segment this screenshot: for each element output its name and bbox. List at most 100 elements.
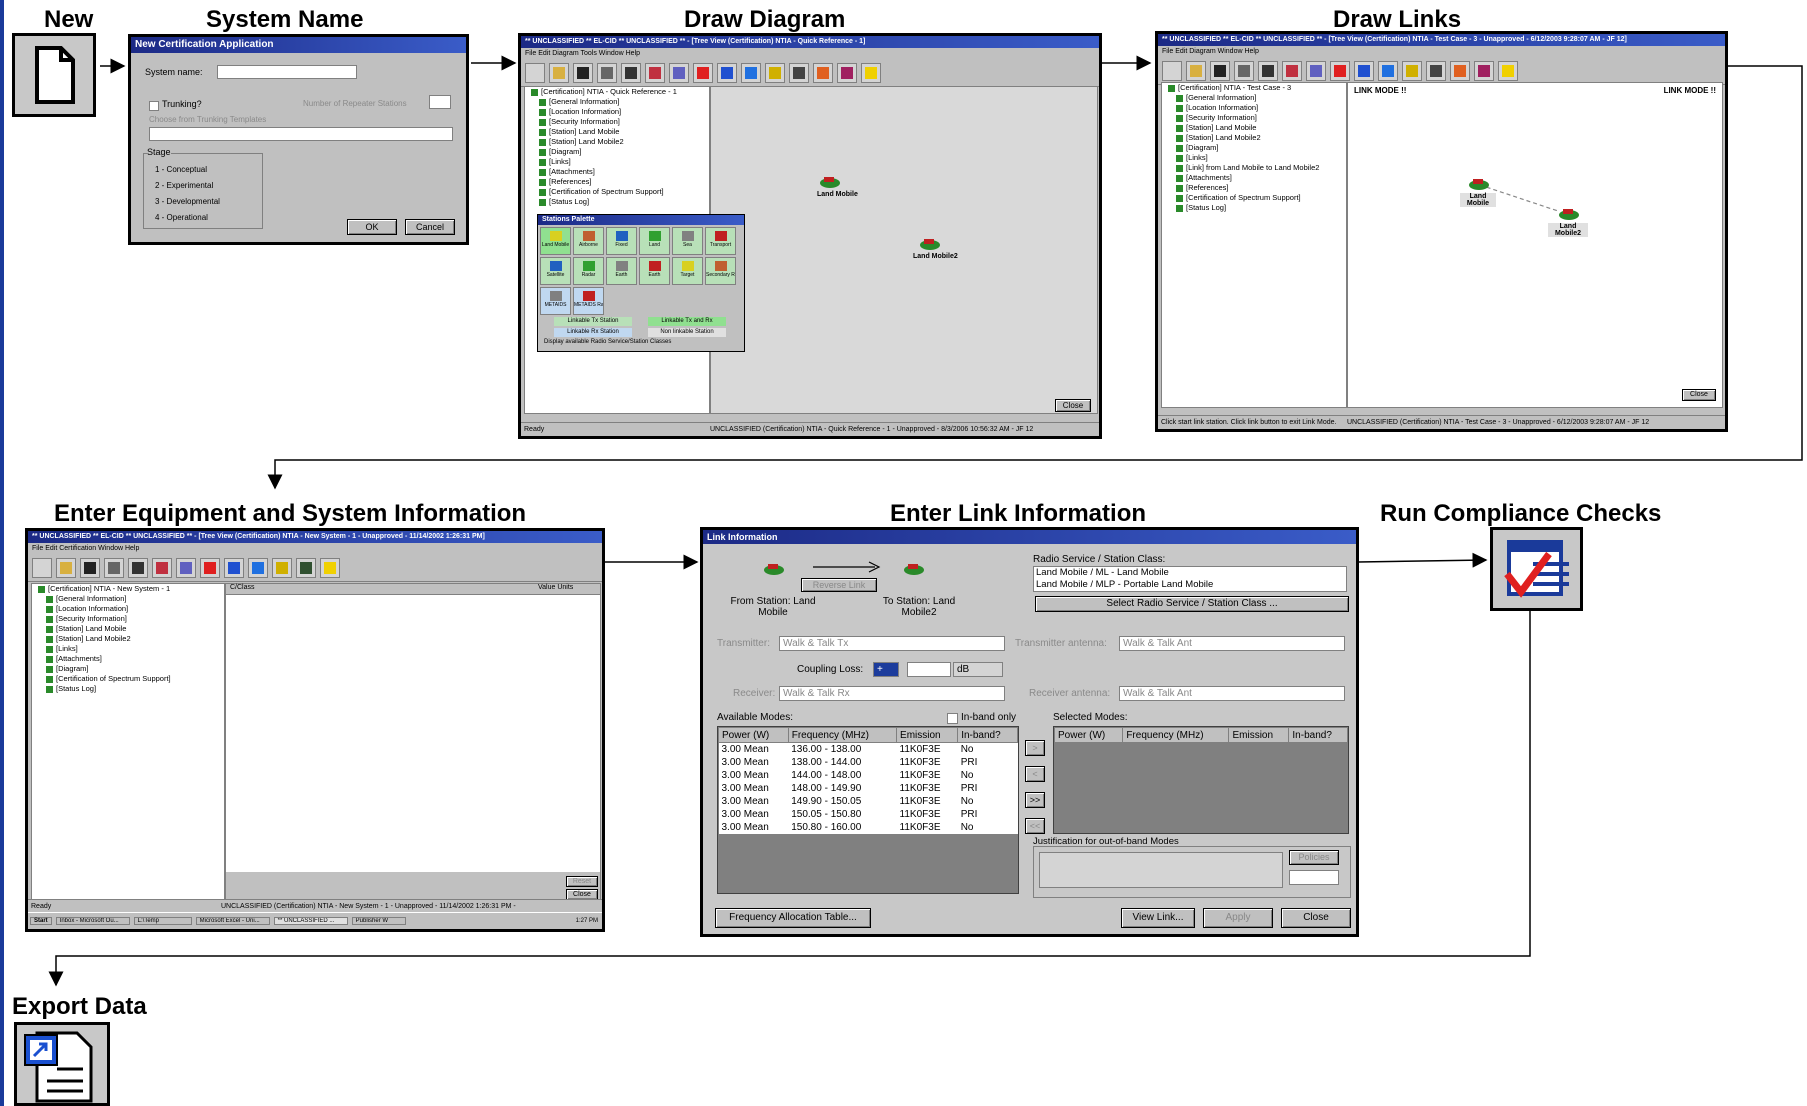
table-row[interactable]: 3.00 Mean 148.00 - 149.90 11K0F3E PRI bbox=[718, 782, 1018, 795]
tree-item[interactable]: [Links] bbox=[525, 157, 709, 167]
eq-toolbar-print-icon[interactable] bbox=[104, 558, 124, 578]
toolbar-antenna-icon[interactable] bbox=[765, 63, 785, 83]
palette-station-button[interactable]: Radar bbox=[573, 257, 604, 285]
palette-station-button[interactable]: Earth bbox=[606, 257, 637, 285]
eq-toolbar-save-icon[interactable] bbox=[80, 558, 100, 578]
cancel-button[interactable]: Cancel bbox=[405, 219, 455, 235]
links-toolbar-validate-icon[interactable] bbox=[1282, 61, 1302, 81]
new-document-icon[interactable] bbox=[12, 33, 96, 117]
toolbar-help-icon[interactable] bbox=[861, 63, 881, 83]
taskbar-start-button[interactable]: Start bbox=[30, 917, 52, 925]
links-canvas[interactable]: LINK MODE !! LINK MODE !! Land Mobile La… bbox=[1347, 82, 1723, 408]
tree-item[interactable]: [Location Information] bbox=[32, 604, 224, 614]
modes-column-header[interactable]: In-band? bbox=[1288, 727, 1348, 743]
toolbar-open-icon[interactable] bbox=[549, 63, 569, 83]
tree-item[interactable]: [Attachments] bbox=[1162, 173, 1346, 183]
land-mobile2-node-icon[interactable] bbox=[919, 237, 941, 251]
taskbar-item-publisher[interactable]: Publisher W bbox=[351, 917, 406, 925]
tree-item[interactable]: [Certification of Spectrum Support] bbox=[1162, 193, 1346, 203]
tx-antenna-select[interactable]: Walk & Talk Ant bbox=[1119, 636, 1345, 651]
available-modes-table[interactable]: Power (W) Frequency (MHz) Emission In-band?… bbox=[718, 727, 1018, 834]
move-left-button[interactable]: < bbox=[1025, 766, 1045, 782]
eq-toolbar-antenna-icon[interactable] bbox=[272, 558, 292, 578]
taskbar-item-excel[interactable]: Microsoft Excel - Uni... bbox=[195, 917, 270, 925]
stage-option-3[interactable]: 3 - Developmental bbox=[155, 197, 220, 206]
links-toolbar-blue2-icon[interactable] bbox=[1378, 61, 1398, 81]
palette-station-button[interactable]: Sea bbox=[672, 227, 703, 255]
modes-column-header[interactable]: Frequency (MHz) bbox=[787, 727, 898, 743]
repeater-input[interactable] bbox=[429, 95, 451, 109]
tree-item[interactable]: [Certification] NTIA - Quick Reference -… bbox=[525, 87, 709, 97]
stage-option-4[interactable]: 4 - Operational bbox=[155, 213, 208, 222]
tree-item[interactable]: [References] bbox=[525, 177, 709, 187]
palette-station-button[interactable]: Earth bbox=[639, 257, 670, 285]
toolbar-blue2-icon[interactable] bbox=[741, 63, 761, 83]
tree-item[interactable]: [Certification] NTIA - Test Case - 3 bbox=[1162, 83, 1346, 93]
tree-item[interactable]: [Location Information] bbox=[1162, 103, 1346, 113]
land-mobile-node-icon[interactable] bbox=[819, 175, 841, 189]
policies-button[interactable]: Policies bbox=[1289, 850, 1339, 865]
justification-input[interactable] bbox=[1039, 852, 1283, 888]
palette-station-button[interactable]: METAIDS bbox=[540, 287, 571, 315]
toolbar-new-icon[interactable] bbox=[525, 63, 545, 83]
links-toolbar-pie-icon[interactable] bbox=[1474, 61, 1494, 81]
palette-station-button[interactable]: Land bbox=[639, 227, 670, 255]
modes-column-header[interactable]: In-band? bbox=[957, 727, 1018, 743]
diagram-canvas[interactable]: Land Mobile Land Mobile2 Close bbox=[710, 86, 1098, 414]
policies-select[interactable] bbox=[1289, 870, 1339, 885]
links-toolbar-find-icon[interactable] bbox=[1258, 61, 1278, 81]
links-tree[interactable]: [Certification] NTIA - Test Case - 3 [Gen… bbox=[1161, 82, 1347, 408]
tree-item[interactable]: [Link] from Land Mobile to Land Mobile2 bbox=[1162, 163, 1346, 173]
move-all-left-button[interactable]: << bbox=[1025, 818, 1045, 834]
tree-item[interactable]: [Security Information] bbox=[32, 614, 224, 624]
taskbar-item-elcid[interactable]: ** UNCLASSIFIED ... bbox=[273, 917, 348, 925]
select-radio-service-button[interactable]: Select Radio Service / Station Class ... bbox=[1035, 596, 1349, 612]
tree-item[interactable]: [Diagram] bbox=[1162, 143, 1346, 153]
table-row[interactable]: 3.00 Mean 138.00 - 144.00 11K0F3E PRI bbox=[718, 756, 1018, 769]
eq-toolbar-copy-icon[interactable] bbox=[176, 558, 196, 578]
frequency-allocation-button[interactable]: Frequency Allocation Table... bbox=[715, 908, 871, 928]
tree-item[interactable]: [Links] bbox=[1162, 153, 1346, 163]
links-close-button[interactable]: Close bbox=[1682, 389, 1716, 401]
trunking-checkbox[interactable] bbox=[149, 101, 159, 111]
tree-item[interactable]: [Status Log] bbox=[1162, 203, 1346, 213]
links-toolbar-tower-icon[interactable] bbox=[1426, 61, 1446, 81]
tree-item[interactable]: [Station] Land Mobile bbox=[525, 127, 709, 137]
toolbar-pie-icon[interactable] bbox=[837, 63, 857, 83]
table-row[interactable]: 3.00 Mean 150.80 - 160.00 11K0F3E No bbox=[718, 821, 1018, 834]
stage-option-1[interactable]: 1 - Conceptual bbox=[155, 165, 207, 174]
links-toolbar-open-icon[interactable] bbox=[1186, 61, 1206, 81]
tree-item[interactable]: [General Information] bbox=[1162, 93, 1346, 103]
toolbar-delete-icon[interactable] bbox=[693, 63, 713, 83]
tree-item[interactable]: [Location Information] bbox=[525, 107, 709, 117]
tree-item[interactable]: [Station] Land Mobile2 bbox=[1162, 133, 1346, 143]
table-row[interactable]: 3.00 Mean 136.00 - 138.00 11K0F3E No bbox=[718, 742, 1018, 756]
tree-item[interactable]: [Status Log] bbox=[32, 684, 224, 694]
template-select[interactable] bbox=[149, 127, 453, 141]
toolbar-save-icon[interactable] bbox=[573, 63, 593, 83]
palette-checkbox-label[interactable]: Display available Radio Service/Station … bbox=[544, 339, 671, 345]
modes-column-header[interactable]: Power (W) bbox=[1054, 727, 1124, 743]
links-toolbar-antenna-icon[interactable] bbox=[1402, 61, 1422, 81]
modes-column-header[interactable]: Frequency (MHz) bbox=[1122, 727, 1230, 743]
receiver-select[interactable]: Walk & Talk Rx bbox=[779, 686, 1005, 701]
tree-item[interactable]: [Status Log] bbox=[525, 197, 709, 207]
transmitter-select[interactable]: Walk & Talk Tx bbox=[779, 636, 1005, 651]
inband-only-checkbox[interactable] bbox=[947, 713, 958, 724]
eq-toolbar-open-icon[interactable] bbox=[56, 558, 76, 578]
tree-item[interactable]: [Diagram] bbox=[525, 147, 709, 157]
eq-toolbar-validate-icon[interactable] bbox=[152, 558, 172, 578]
eq-toolbar-blue2-icon[interactable] bbox=[248, 558, 268, 578]
links-toolbar-save-icon[interactable] bbox=[1210, 61, 1230, 81]
palette-station-button[interactable]: Fixed bbox=[606, 227, 637, 255]
palette-station-button[interactable]: METAIDS Radar bbox=[573, 287, 604, 315]
palette-station-button[interactable]: Target bbox=[672, 257, 703, 285]
toolbar-blue1-icon[interactable] bbox=[717, 63, 737, 83]
tree-item[interactable]: [Certification of Spectrum Support] bbox=[525, 187, 709, 197]
links-land-mobile-icon[interactable] bbox=[1468, 177, 1490, 191]
tree-item[interactable]: [Certification] NTIA - New System - 1 bbox=[32, 584, 224, 594]
toolbar-link-icon[interactable] bbox=[813, 63, 833, 83]
tree-item[interactable]: [Attachments] bbox=[32, 654, 224, 664]
tree-item[interactable]: [Security Information] bbox=[1162, 113, 1346, 123]
links-toolbar-new-icon[interactable] bbox=[1162, 61, 1182, 81]
